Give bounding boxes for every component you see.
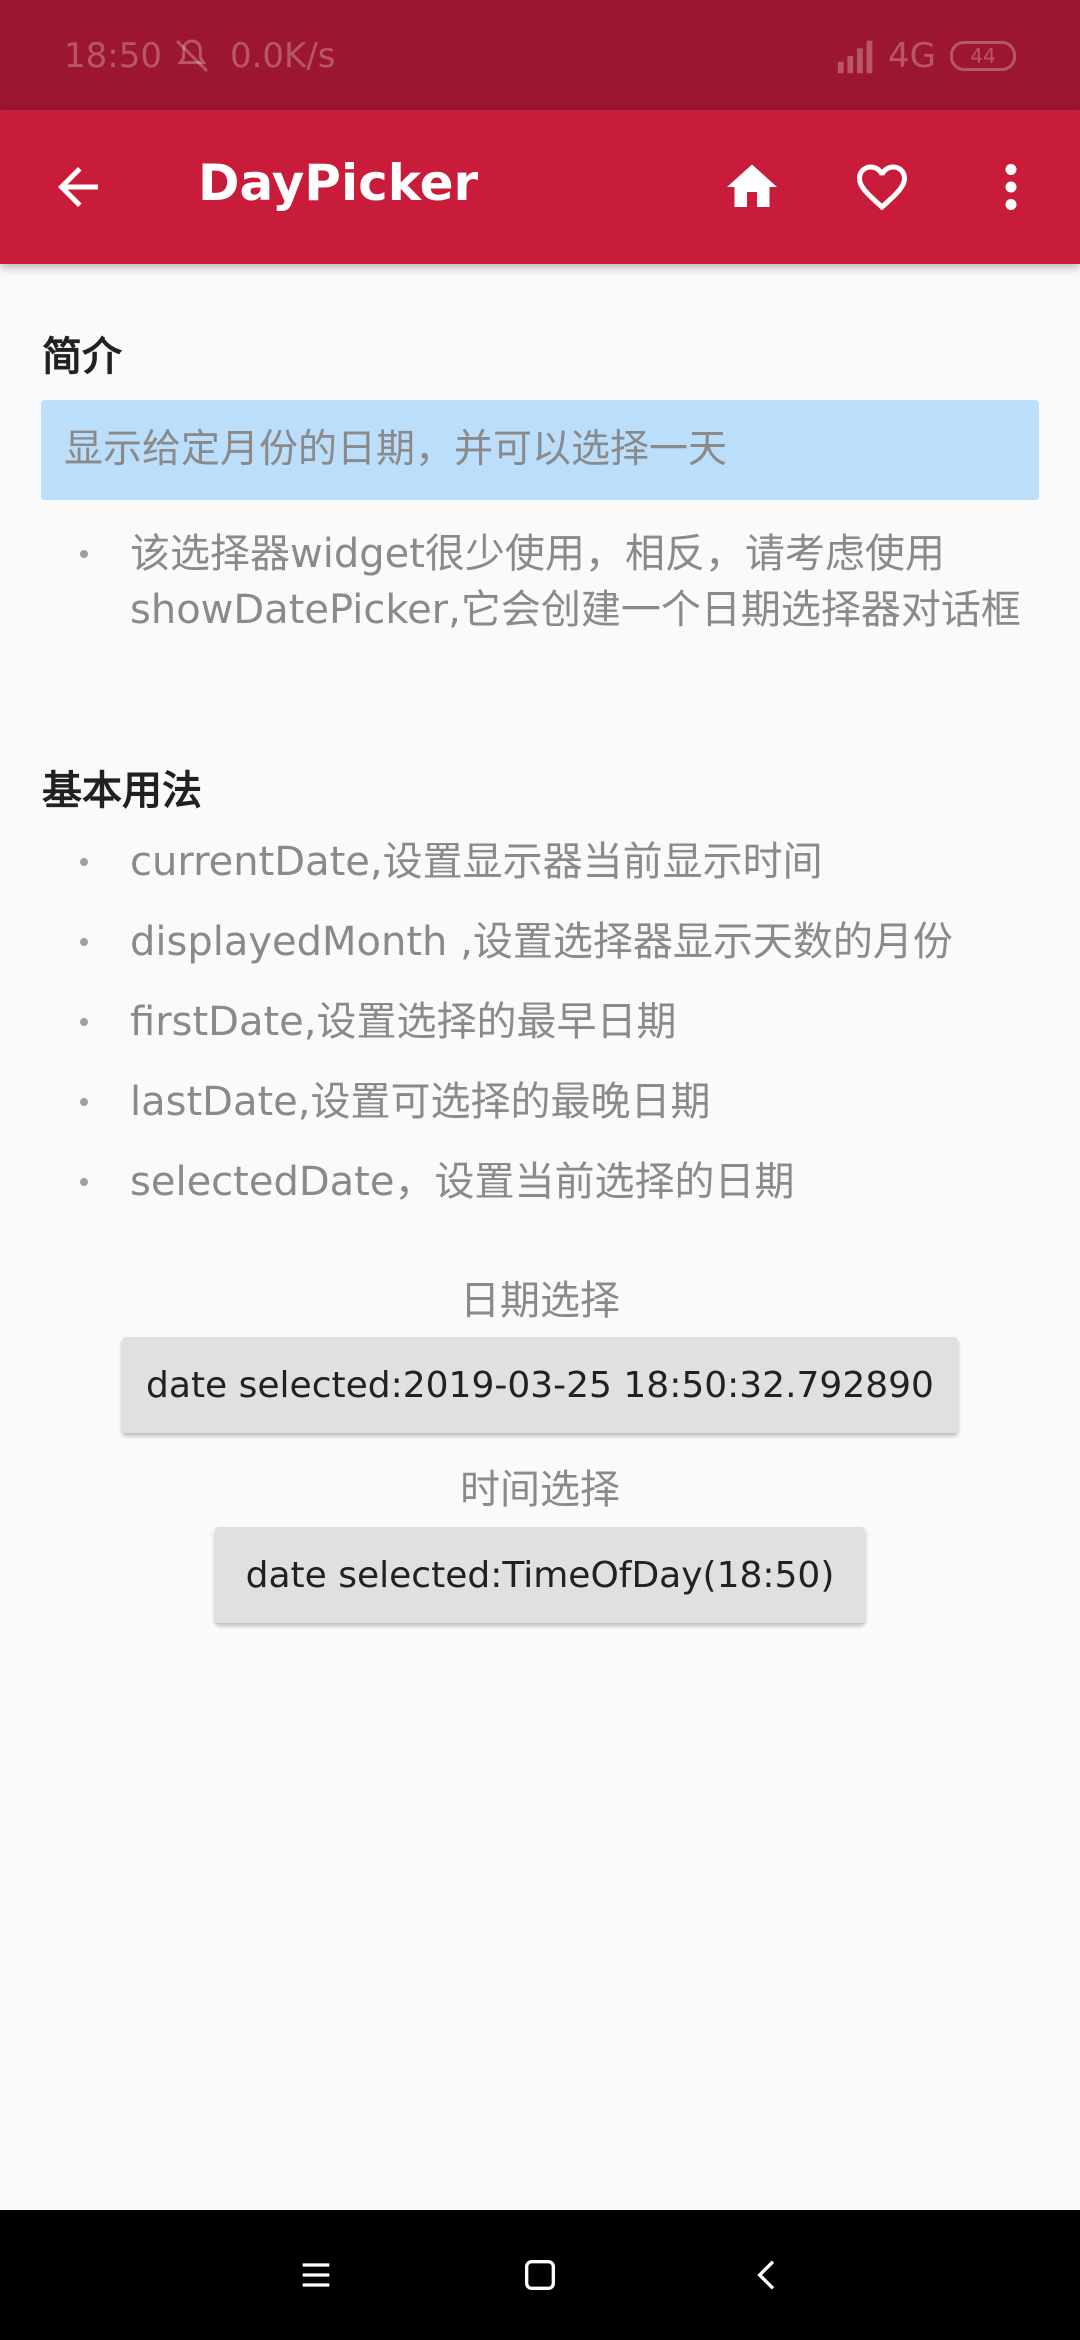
heart-icon[interactable] bbox=[852, 157, 912, 217]
usage-item: firstDate,设置选择的最早日期 bbox=[130, 999, 677, 1045]
usage-item: lastDate,设置可选择的最晚日期 bbox=[130, 1079, 711, 1125]
intro-notes: 该选择器widget很少使用，相反，请考虑使用showDatePicker,它会… bbox=[0, 526, 1080, 638]
time-picker-button[interactable]: date selected:TimeOfDay(18:50) bbox=[215, 1527, 865, 1623]
status-left: 18:50 0.0K/s bbox=[64, 36, 336, 76]
bullet-dot bbox=[80, 1098, 88, 1106]
date-picker-button[interactable]: date selected:2019-03-25 18:50:32.792890 bbox=[122, 1337, 958, 1433]
bullet-dot bbox=[80, 858, 88, 866]
system-nav-bar bbox=[0, 2210, 1080, 2340]
usage-heading: 基本用法 bbox=[42, 768, 202, 814]
intro-heading: 简介 bbox=[42, 334, 122, 380]
list-item: 该选择器widget很少使用，相反，请考虑使用showDatePicker,它会… bbox=[0, 526, 1080, 638]
time-picker-button-label: date selected:TimeOfDay(18:50) bbox=[245, 1554, 835, 1596]
intro-note: 该选择器widget很少使用，相反，请考虑使用showDatePicker,它会… bbox=[130, 531, 1021, 633]
back-chevron-icon[interactable] bbox=[748, 2255, 788, 2295]
status-speed: 0.0K/s bbox=[229, 36, 336, 76]
status-network: 4G bbox=[888, 36, 936, 76]
app-bar: DayPicker bbox=[0, 110, 1080, 264]
bullet-dot bbox=[80, 1018, 88, 1026]
status-right: 4G 44 bbox=[834, 36, 1016, 76]
date-picker-label: 日期选择 bbox=[460, 1278, 620, 1324]
bullet-dot bbox=[80, 938, 88, 946]
list-item: firstDate,设置选择的最早日期 bbox=[0, 994, 1080, 1050]
usage-item: selectedDate，设置当前选择的日期 bbox=[130, 1159, 795, 1205]
menu-icon[interactable] bbox=[296, 2255, 336, 2295]
usage-list: currentDate,设置显示器当前显示时间 displayedMonth ,… bbox=[0, 834, 1080, 1210]
back-arrow-icon[interactable] bbox=[48, 157, 108, 217]
intro-highlight: 显示给定月份的日期，并可以选择一天 bbox=[41, 400, 1039, 500]
list-item: selectedDate，设置当前选择的日期 bbox=[0, 1154, 1080, 1210]
more-vert-icon[interactable] bbox=[996, 157, 1026, 217]
list-item: lastDate,设置可选择的最晚日期 bbox=[0, 1074, 1080, 1130]
date-picker-button-label: date selected:2019-03-25 18:50:32.792890 bbox=[146, 1364, 934, 1406]
time-picker-label: 时间选择 bbox=[460, 1467, 620, 1513]
status-bar: 18:50 0.0K/s 4G 44 bbox=[0, 0, 1080, 110]
usage-item: currentDate,设置显示器当前显示时间 bbox=[130, 839, 823, 885]
battery-icon: 44 bbox=[950, 41, 1016, 71]
battery-level: 44 bbox=[970, 44, 996, 68]
usage-item: displayedMonth ,设置选择器显示天数的月份 bbox=[130, 919, 953, 965]
bullet-dot bbox=[80, 1178, 88, 1186]
page-title: DayPicker bbox=[198, 154, 479, 212]
bullet-dot bbox=[80, 550, 88, 558]
home-square-icon[interactable] bbox=[520, 2255, 560, 2295]
list-item: currentDate,设置显示器当前显示时间 bbox=[0, 834, 1080, 890]
signal-icon bbox=[837, 40, 873, 74]
home-icon[interactable] bbox=[722, 157, 782, 217]
list-item: displayedMonth ,设置选择器显示天数的月份 bbox=[0, 914, 1080, 970]
status-time: 18:50 bbox=[64, 36, 162, 76]
notifications-off-icon bbox=[175, 39, 209, 73]
